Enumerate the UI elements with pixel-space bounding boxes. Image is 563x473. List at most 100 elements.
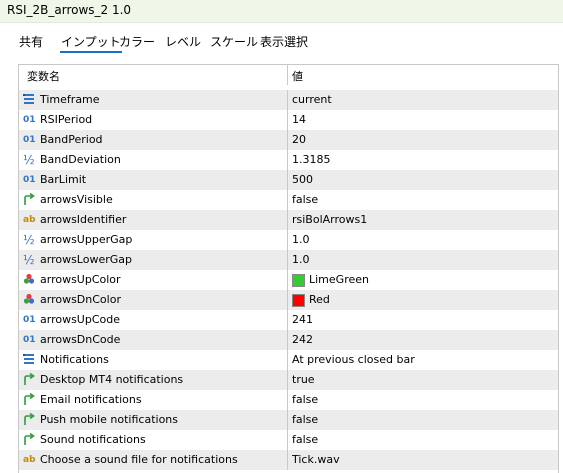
int-type-icon: 01 <box>23 135 36 145</box>
header-value: 値 <box>292 70 303 83</box>
tab-inputs[interactable]: インプット <box>60 33 122 53</box>
name-cell: ½ arrowsUpperGap <box>19 230 288 250</box>
table-row[interactable]: ½ arrowsLowerGap 1.0 <box>19 250 558 270</box>
table-row[interactable]: arrowsUpColor LimeGreen <box>19 270 558 290</box>
value-cell[interactable]: 14 <box>288 110 558 130</box>
variable-name: BandPeriod <box>40 133 103 146</box>
table-row[interactable]: Timeframe current <box>19 90 558 110</box>
tab-levels[interactable]: レベル <box>165 33 201 50</box>
name-cell: ab arrowsIdentifier <box>19 210 288 230</box>
variable-name: RSIPeriod <box>40 113 93 126</box>
name-cell: ab Choose a sound file for notifications <box>19 450 288 470</box>
variable-name: Choose a sound file for notifications <box>40 453 238 466</box>
value-cell[interactable]: LimeGreen <box>288 270 558 290</box>
variable-value: 500 <box>292 173 313 186</box>
value-cell[interactable]: false <box>288 430 558 450</box>
variable-value: 241 <box>292 313 313 326</box>
bool-type-icon <box>23 433 37 447</box>
value-cell[interactable]: 242 <box>288 330 558 350</box>
value-cell[interactable]: current <box>288 90 558 110</box>
value-cell[interactable]: 241 <box>288 310 558 330</box>
name-cell: ½ arrowsLowerGap <box>19 250 288 270</box>
table-row[interactable]: 01 RSIPeriod 14 <box>19 110 558 130</box>
value-cell[interactable]: false <box>288 390 558 410</box>
color-swatch[interactable] <box>292 294 305 307</box>
name-cell: arrowsDnColor <box>19 290 288 310</box>
enum-type-icon <box>23 93 37 107</box>
bool-type-icon <box>23 193 37 207</box>
color-swatch[interactable] <box>292 274 305 287</box>
variable-name: Notifications <box>40 353 109 366</box>
title-bar: RSI_2B_arrows_2 1.0 <box>0 0 563 23</box>
name-cell: Push mobile notifications <box>19 410 288 430</box>
variable-value: 14 <box>292 113 306 126</box>
int-type-icon: 01 <box>23 115 36 125</box>
header-value-cell: 値 <box>288 65 558 85</box>
variable-name: arrowsUpColor <box>40 273 121 286</box>
value-cell[interactable]: 1.3185 <box>288 150 558 170</box>
value-cell[interactable]: 20 <box>288 130 558 150</box>
tab-common[interactable]: 共有 <box>19 33 43 50</box>
name-cell: arrowsUpColor <box>19 270 288 290</box>
variable-name: Desktop MT4 notifications <box>40 373 184 386</box>
variable-name: arrowsVisible <box>40 193 113 206</box>
bool-type-icon <box>23 393 37 407</box>
variable-value: false <box>292 193 319 206</box>
tab-scale[interactable]: スケール <box>210 33 258 50</box>
value-cell[interactable]: 1.0 <box>288 230 558 250</box>
table-row[interactable]: ab arrowsIdentifier rsiBolArrows1 <box>19 210 558 230</box>
value-cell[interactable]: Red <box>288 290 558 310</box>
value-cell[interactable]: true <box>288 370 558 390</box>
value-cell[interactable]: 500 <box>288 170 558 190</box>
variable-value: LimeGreen <box>309 273 369 286</box>
variable-name: arrowsUpperGap <box>40 233 133 246</box>
value-cell[interactable]: 1.0 <box>288 250 558 270</box>
table-row[interactable]: 01 arrowsDnCode 242 <box>19 330 558 350</box>
name-cell: 01 BarLimit <box>19 170 288 190</box>
table-row[interactable]: Notifications At previous closed bar <box>19 350 558 370</box>
double-type-icon: ½ <box>23 153 35 167</box>
table-row[interactable]: arrowsDnColor Red <box>19 290 558 310</box>
table-row[interactable]: arrowsVisible false <box>19 190 558 210</box>
double-type-icon: ½ <box>23 233 35 247</box>
variable-value: 242 <box>292 333 313 346</box>
table-row[interactable]: 01 arrowsUpCode 241 <box>19 310 558 330</box>
variable-name: Email notifications <box>40 393 142 406</box>
name-cell: Notifications <box>19 350 288 370</box>
variable-value: Red <box>309 293 330 306</box>
value-cell[interactable]: false <box>288 410 558 430</box>
table-row[interactable]: 01 BandPeriod 20 <box>19 130 558 150</box>
value-cell[interactable]: false <box>288 190 558 210</box>
tab-visualization[interactable]: 表示選択 <box>260 33 308 50</box>
name-cell: Sound notifications <box>19 430 288 450</box>
variable-value: 1.3185 <box>292 153 331 166</box>
variable-name: arrowsDnColor <box>40 293 121 306</box>
int-type-icon: 01 <box>23 175 36 185</box>
variable-value: 1.0 <box>292 253 310 266</box>
table-row[interactable]: 01 BarLimit 500 <box>19 170 558 190</box>
name-cell: 01 arrowsDnCode <box>19 330 288 350</box>
table-row[interactable]: ½ arrowsUpperGap 1.0 <box>19 230 558 250</box>
header-name-cell: 変数名 <box>19 65 288 85</box>
value-cell[interactable]: rsiBolArrows1 <box>288 210 558 230</box>
header-variable-name: 変数名 <box>27 70 60 83</box>
table-row[interactable]: ab Choose a sound file for notifications T… <box>19 450 558 470</box>
value-cell[interactable]: Tick.wav <box>288 450 558 470</box>
bool-type-icon <box>23 413 37 427</box>
table-row[interactable]: Email notifications false <box>19 390 558 410</box>
table-row[interactable]: Push mobile notifications false <box>19 410 558 430</box>
variable-name: arrowsDnCode <box>40 333 121 346</box>
name-cell: Timeframe <box>19 90 288 110</box>
name-cell: arrowsVisible <box>19 190 288 210</box>
variable-value: Tick.wav <box>292 453 340 466</box>
variable-name: Timeframe <box>40 93 100 106</box>
value-cell[interactable]: At previous closed bar <box>288 350 558 370</box>
variable-name: Sound notifications <box>40 433 146 446</box>
tab-colors[interactable]: カラー <box>119 33 155 50</box>
table-row[interactable]: ½ BandDeviation 1.3185 <box>19 150 558 170</box>
variable-value: false <box>292 433 319 446</box>
variable-name: BandDeviation <box>40 153 121 166</box>
double-type-icon: ½ <box>23 253 35 267</box>
table-row[interactable]: Sound notifications false <box>19 430 558 450</box>
table-row[interactable]: Desktop MT4 notifications true <box>19 370 558 390</box>
